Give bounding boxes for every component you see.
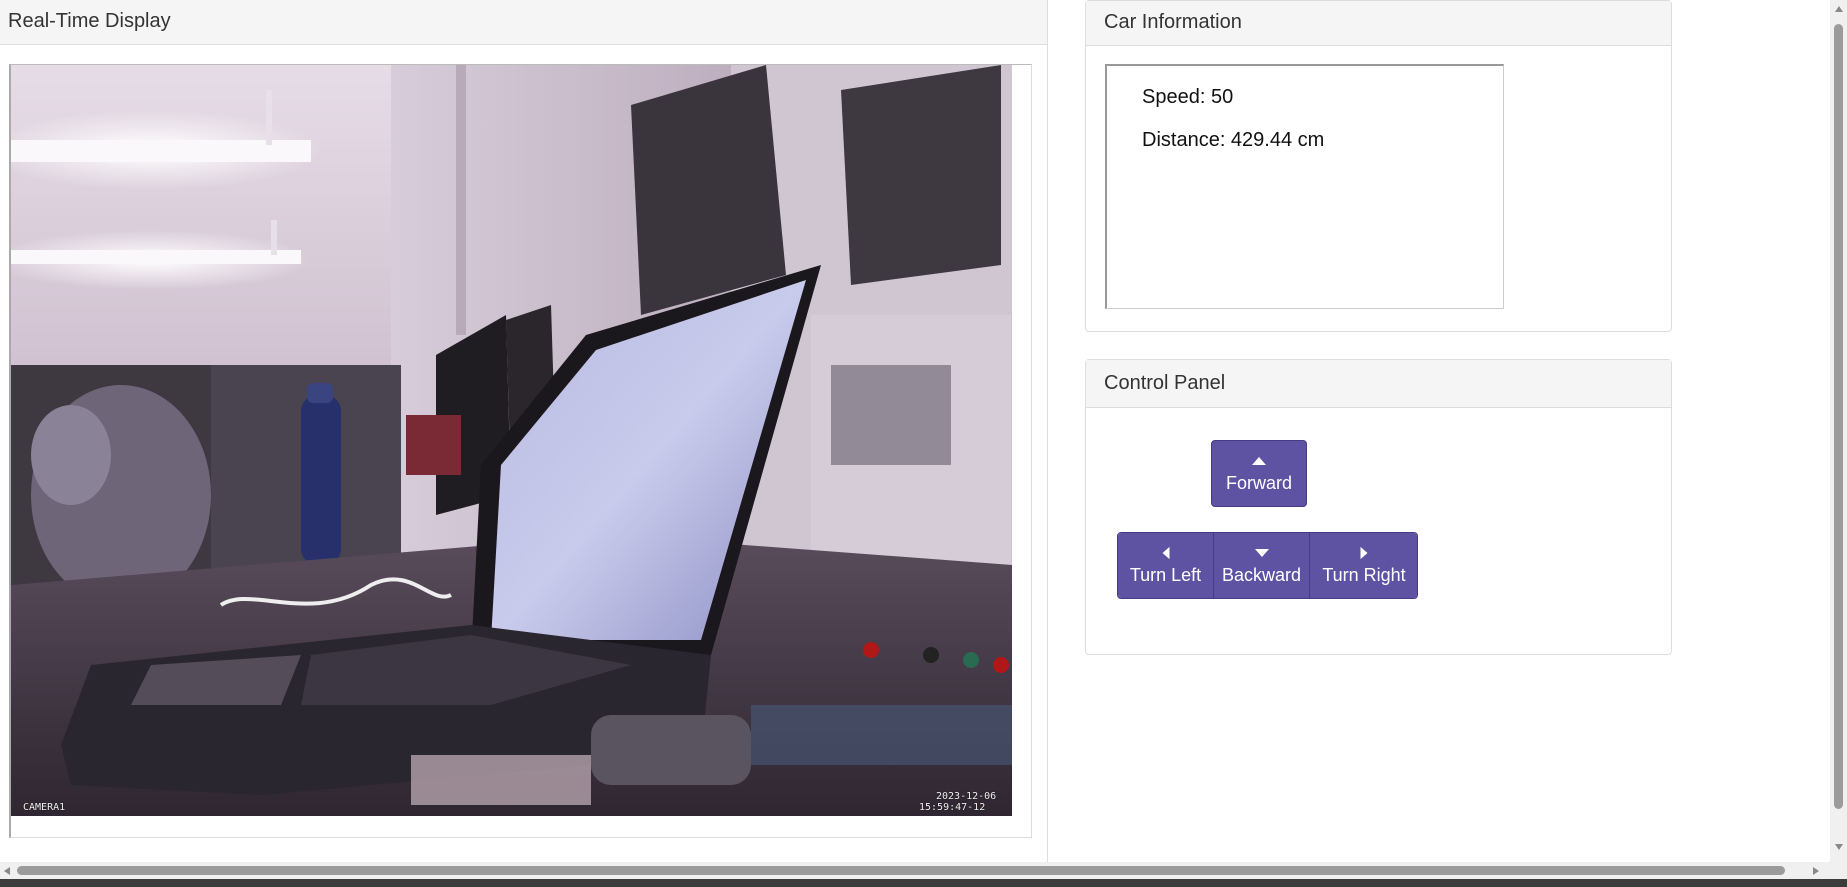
turn-left-button[interactable]: Turn Left (1118, 533, 1214, 598)
realtime-panel-title: Real-Time Display (0, 0, 1047, 45)
turn-right-label: Turn Right (1322, 565, 1406, 585)
camera-date-overlay: 2023-12-06 (936, 791, 997, 802)
direction-button-group: Turn Left Backward Turn Right (1117, 532, 1418, 599)
forward-button[interactable]: Forward (1211, 440, 1307, 507)
vertical-scroll-thumb[interactable] (1834, 24, 1843, 809)
horizontal-scroll-thumb[interactable] (17, 866, 1785, 875)
turn-left-label: Turn Left (1129, 565, 1202, 585)
forward-label: Forward (1225, 473, 1292, 493)
camera-feed-image (11, 65, 1012, 816)
control-panel: Control Panel Forward Turn Left Backward… (1085, 359, 1672, 655)
speed-readout: Speed: 50 (1142, 86, 1234, 108)
caret-right-icon (1360, 546, 1368, 560)
caret-down-icon (1254, 549, 1269, 557)
caret-up-icon (1252, 457, 1266, 465)
scroll-right-arrow-icon[interactable] (1812, 866, 1820, 876)
backward-button[interactable]: Backward (1214, 533, 1310, 598)
window-bottom-edge (0, 879, 1847, 887)
horizontal-scrollbar[interactable] (0, 862, 1847, 879)
backward-label: Backward (1221, 565, 1302, 585)
control-panel-title: Control Panel (1086, 360, 1671, 408)
turn-right-button[interactable]: Turn Right (1310, 533, 1417, 598)
realtime-panel: Real-Time Display CAMERA1 2023-12-06 15:… (0, 0, 1048, 862)
camera-label-overlay: CAMERA1 (23, 802, 66, 813)
scroll-down-arrow-icon[interactable] (1834, 843, 1844, 851)
distance-readout: Distance: 429.44 cm (1142, 129, 1325, 151)
scroll-left-arrow-icon[interactable] (3, 866, 11, 876)
car-info-panel: Car Information Speed: 50 Distance: 429.… (1085, 0, 1672, 332)
car-info-box: Speed: 50 Distance: 429.44 cm (1105, 64, 1504, 309)
vertical-scrollbar[interactable] (1830, 0, 1847, 862)
car-info-title: Car Information (1086, 1, 1671, 46)
video-frame: CAMERA1 2023-12-06 15:59:47-12 (9, 64, 1032, 838)
camera-time-overlay: 15:59:47-12 (919, 802, 986, 813)
scroll-up-arrow-icon[interactable] (1834, 5, 1844, 13)
caret-left-icon (1162, 546, 1169, 560)
